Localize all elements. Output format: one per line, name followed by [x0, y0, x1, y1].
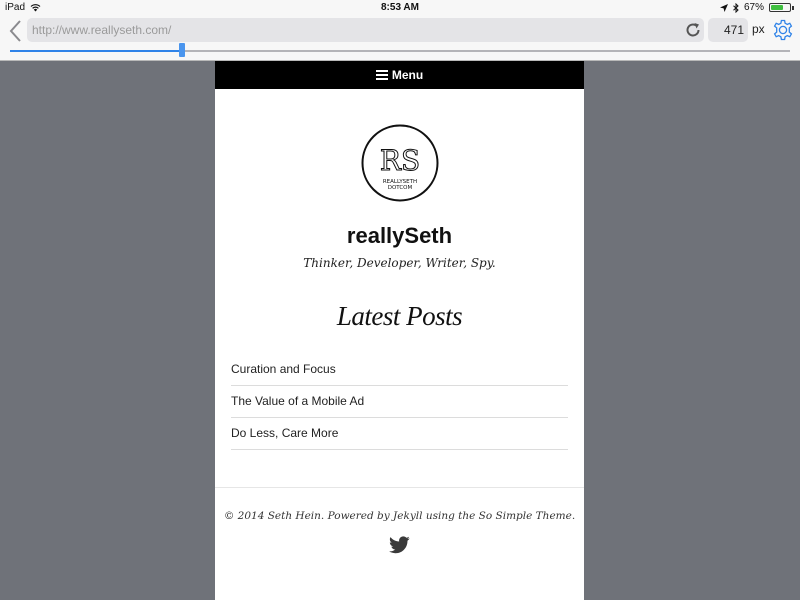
- battery-icon: [769, 3, 791, 12]
- battery-tip: [792, 5, 794, 10]
- footer-divider: [215, 487, 584, 488]
- hamburger-icon: [375, 70, 388, 80]
- status-right: 67%: [719, 2, 794, 13]
- viewport-width-slider-track[interactable]: [10, 50, 790, 52]
- logo-monogram: RS: [380, 144, 420, 177]
- menu-label: Menu: [391, 68, 424, 82]
- post-link[interactable]: Do Less, Care More: [231, 418, 568, 450]
- status-bar: iPad 8:53 AM 67%: [0, 0, 800, 16]
- back-icon[interactable]: [8, 19, 24, 43]
- web-content: Menu RS REALLYSETH DOTCOM reallySeth Thi…: [215, 61, 584, 600]
- browser-toolbar: 471 px: [0, 16, 800, 61]
- post-link[interactable]: The Value of a Mobile Ad: [231, 386, 568, 418]
- battery-percent: 67%: [743, 2, 764, 13]
- menu-button[interactable]: Menu: [215, 61, 584, 89]
- latest-posts-heading: Latest Posts: [336, 301, 463, 331]
- viewport-width-field[interactable]: 471: [708, 18, 748, 42]
- url-input[interactable]: [27, 18, 704, 42]
- copyright-text: © 2014 Seth Hein. Powered by Jekyll usin…: [223, 510, 576, 522]
- location-arrow-icon: [719, 3, 728, 12]
- site-logo[interactable]: RS REALLYSETH DOTCOM: [360, 123, 440, 203]
- site-title[interactable]: reallySeth: [215, 223, 584, 249]
- viewport-width-slider-thumb[interactable]: [179, 43, 185, 57]
- logo-text-line2: DOTCOM: [388, 185, 413, 191]
- twitter-icon[interactable]: [389, 536, 410, 554]
- post-link[interactable]: Curation and Focus: [231, 354, 568, 386]
- bluetooth-icon: [733, 2, 739, 13]
- site-tagline: Thinker, Developer, Writer, Spy.: [303, 256, 496, 270]
- battery-level: [771, 5, 783, 10]
- slider-fill: [10, 50, 182, 52]
- unit-label: px: [752, 22, 765, 36]
- gear-icon[interactable]: [771, 18, 795, 42]
- posts-list: Curation and Focus The Value of a Mobile…: [231, 354, 568, 450]
- reload-icon[interactable]: [684, 21, 702, 39]
- status-time: 8:53 AM: [381, 2, 419, 13]
